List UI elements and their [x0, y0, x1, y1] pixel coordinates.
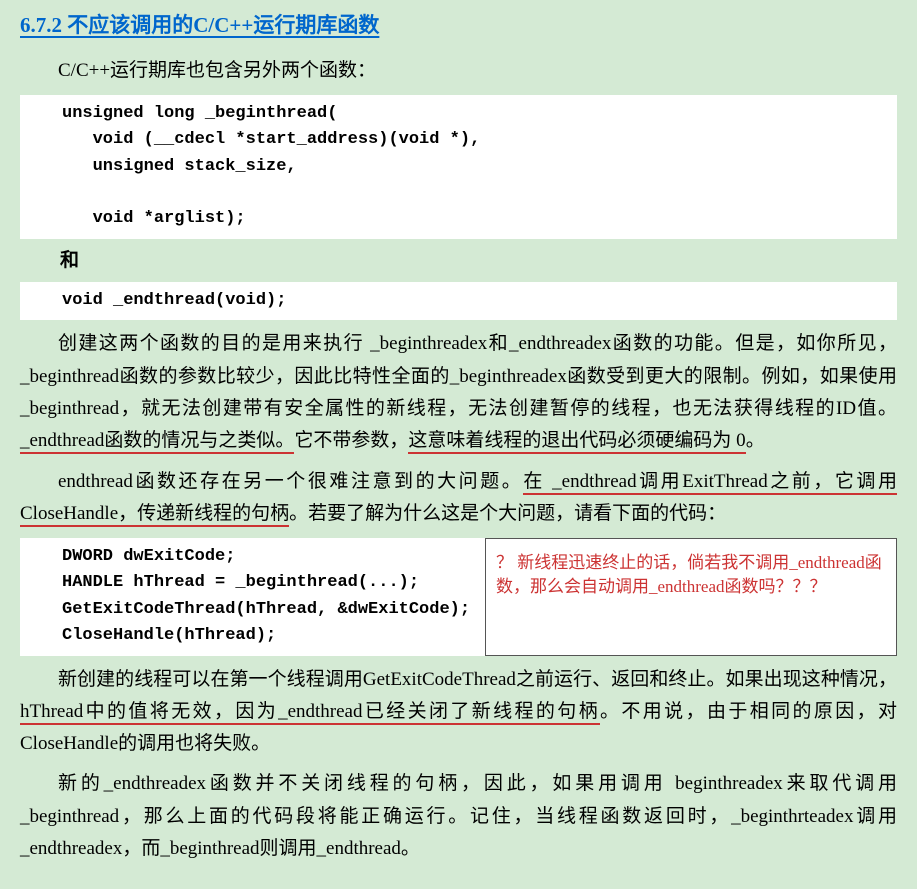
paragraph-4: 新创建的线程可以在第一个线程调用GetExitCodeThread之前运行、返回… [0, 660, 917, 765]
label-and: 和 [0, 243, 917, 278]
code-block-beginthread: unsigned long _beginthread( void (__cdec… [20, 95, 897, 239]
code-with-annotation: DWORD dwExitCode; HANDLE hThread = _begi… [20, 538, 897, 655]
para2-text-b: 它不带参数， [294, 430, 408, 451]
para2-underline-2: 这意味着线程的退出代码必须硬编码为 0 [408, 430, 745, 454]
para3-text-b: 。若要了解为什么这是个大问题，请看下面的代码： [289, 503, 726, 524]
para2-underline-1: _endthread函数的情况与之类似。 [20, 430, 294, 454]
intro-paragraph: C/C++运行期库也包含另外两个函数： [0, 51, 917, 91]
paragraph-5: 新的_endthreadex函数并不关闭线程的句柄，因此，如果用调用 begin… [0, 764, 917, 869]
paragraph-2: 创建这两个函数的目的是用来执行 _beginthreadex和_endthrea… [0, 324, 917, 461]
para4-underline-1: hThread中的值将无效，因为_endthread已经关闭了新线程的句柄 [20, 701, 600, 725]
code-block-endthread: void _endthread(void); [20, 282, 897, 320]
para2-text-a: 创建这两个函数的目的是用来执行 _beginthreadex和_endthrea… [20, 333, 897, 419]
para4-text-a: 新创建的线程可以在第一个线程调用GetExitCodeThread之前运行、返回… [58, 669, 897, 690]
para2-text-c: 。 [746, 430, 765, 451]
para3-text-a: endthread函数还存在另一个很难注意到的大问题。 [58, 471, 523, 492]
annotation-note: ？ 新线程迅速终止的话，倘若我不调用_endthread函数，那么会自动调用_e… [485, 538, 897, 655]
section-heading: 6.7.2 不应该调用的C/C++运行期库函数 [0, 0, 917, 51]
paragraph-3: endthread函数还存在另一个很难注意到的大问题。在 _endthread调… [0, 462, 917, 535]
